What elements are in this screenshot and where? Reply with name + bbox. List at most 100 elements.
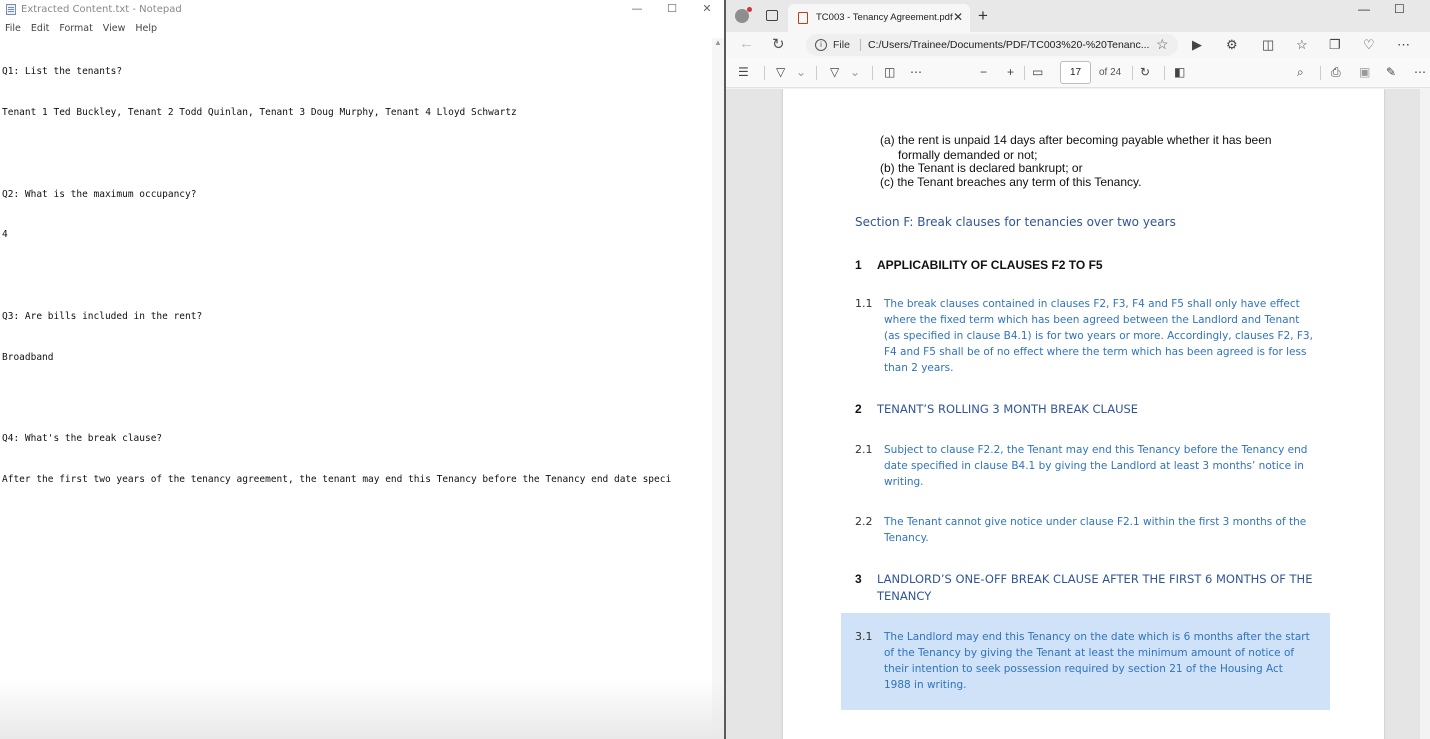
clause-number: 2.2 [855, 515, 873, 528]
address-separator [860, 39, 861, 51]
clause-text-line: writing. [884, 476, 924, 488]
text-line: Q4: What's the break clause? [2, 433, 163, 445]
chevron-down-icon[interactable]: ⌄ [796, 65, 806, 79]
tab-actions-icon[interactable] [766, 10, 778, 21]
toolbar-separator [872, 66, 873, 80]
text-line [2, 391, 710, 405]
notepad-text-area[interactable]: Q1: List the tenants? Tenant 1 Ted Buckl… [2, 38, 710, 738]
toolbar-separator [1132, 66, 1133, 80]
page-number-input[interactable]: 17 [1060, 61, 1091, 84]
toolbar-separator [1320, 66, 1321, 80]
text-line: Tenant 1 Ted Buckley, Tenant 2 Todd Quin… [2, 106, 517, 118]
menu-view[interactable]: View [98, 21, 131, 37]
address-bar-row: ← ↻ i File C:/Users/Trainee/Documents/PD… [726, 32, 1430, 58]
clause-heading: TENANT’S ROLLING 3 MONTH BREAK CLAUSE [877, 402, 1139, 416]
text-line: Q2: What is the maximum occupancy? [2, 188, 197, 200]
more-tools-icon[interactable]: ⋯ [910, 65, 922, 79]
clause-number: 1 [855, 258, 862, 272]
clause-text-line: where the fixed term which has been agre… [884, 314, 1300, 326]
collections-icon[interactable]: ❐ [1329, 37, 1341, 53]
clause-heading: TENANCY [877, 589, 932, 603]
clause-heading: APPLICABILITY OF CLAUSES F2 TO F5 [877, 258, 1103, 272]
new-tab-button[interactable]: + [978, 6, 988, 26]
back-icon[interactable]: ← [739, 35, 754, 52]
clause-number: 2 [855, 402, 862, 416]
pdf-toolbar: ☰ ▽ ⌄ ▽ ⌄ ◫ ⋯ − + ▭ 17 of 24 ↻ ◧ ⌕ ⎙ ▣ ✎… [726, 58, 1430, 88]
notepad-title-bar: Extracted Content.txt - Notepad — ☐ ✕ [0, 0, 724, 20]
save-as-icon[interactable]: ✎ [1386, 65, 1396, 79]
text-line [2, 269, 710, 283]
taskbar-fade [0, 680, 724, 739]
save-icon[interactable]: ▣ [1359, 65, 1370, 79]
pdf-viewer[interactable]: (a) the rent is unpaid 14 days after bec… [726, 89, 1430, 739]
split-screen-icon[interactable]: ◫ [1262, 37, 1274, 53]
menu-help[interactable]: Help [130, 21, 162, 37]
address-bar[interactable]: i File C:/Users/Trainee/Documents/PDF/TC… [806, 34, 1178, 56]
browser-essentials-icon[interactable]: ♡ [1363, 37, 1375, 53]
clause-heading: LANDLORD’S ONE-OFF BREAK CLAUSE AFTER TH… [877, 572, 1313, 586]
toolbar-separator [764, 66, 765, 80]
menu-file[interactable]: File [0, 21, 26, 37]
page-view-icon[interactable]: ◧ [1174, 65, 1185, 79]
toolbar-separator [816, 66, 817, 80]
scroll-up-icon[interactable]: ▲ [714, 38, 722, 47]
tab-pdf[interactable]: TC003 - Tenancy Agreement.pdf ✕ [788, 4, 970, 32]
notepad-window: Extracted Content.txt - Notepad — ☐ ✕ Fi… [0, 0, 724, 739]
maximize-button[interactable]: ☐ [655, 0, 689, 20]
clause-number: 3 [855, 572, 862, 586]
notification-dot [747, 7, 752, 12]
menu-edit[interactable]: Edit [26, 21, 54, 37]
tab-strip: TC003 - Tenancy Agreement.pdf ✕ + — ☐ [726, 0, 1430, 32]
notepad-scrollbar[interactable]: ▲ [712, 38, 724, 738]
address-url[interactable]: C:/Users/Trainee/Documents/PDF/TC003%20-… [868, 39, 1150, 51]
clause-text-line: 1988 in writing. [884, 679, 967, 691]
info-icon[interactable]: i [815, 39, 827, 51]
close-button[interactable]: ✕ [690, 0, 724, 20]
toolbar-separator [1024, 66, 1025, 80]
draw-icon[interactable]: ▽ [830, 65, 839, 79]
clause-text-line: The Landlord may end this Tenancy on the… [884, 631, 1310, 643]
edge-window: TC003 - Tenancy Agreement.pdf ✕ + — ☐ ← … [726, 0, 1430, 739]
search-icon[interactable]: ⌕ [1297, 65, 1304, 80]
favorite-star-icon[interactable]: ☆ [1156, 36, 1169, 53]
section-heading: Section F: Break clauses for tenancies o… [855, 215, 1176, 229]
clause-text-line: (as specified in clause B4.1) is for two… [884, 330, 1313, 342]
tab-close-icon[interactable]: ✕ [953, 10, 963, 24]
edge-maximize-button[interactable]: ☐ [1394, 2, 1405, 16]
edge-minimize-button[interactable]: — [1358, 2, 1370, 16]
text-line: Broadband [2, 351, 54, 363]
overflow-menu-icon[interactable]: ⋯ [1414, 65, 1426, 79]
clause-text-line: Subject to clause F2.2, the Tenant may e… [884, 444, 1308, 456]
read-aloud-book-icon[interactable]: ◫ [884, 65, 895, 79]
extensions-icon[interactable]: ⚙ [1226, 37, 1238, 53]
print-icon[interactable]: ⎙ [1331, 65, 1341, 80]
read-aloud-icon[interactable]: ▶ [1192, 37, 1202, 53]
text-line: After the first two years of the tenancy… [2, 474, 672, 485]
settings-more-icon[interactable]: ⋯ [1397, 37, 1410, 53]
clause-text-line: date specified in clause B4.1 by giving … [884, 460, 1304, 472]
rotate-icon[interactable]: ↻ [1140, 65, 1150, 79]
toolbar-separator [1164, 66, 1165, 80]
clause-text-line: their intention to seek possession requi… [884, 663, 1283, 675]
tab-title: TC003 - Tenancy Agreement.pdf [816, 12, 953, 23]
pdf-icon [798, 12, 808, 24]
chevron-down-icon[interactable]: ⌄ [850, 65, 860, 79]
clause-number: 2.1 [855, 443, 873, 456]
clause-number: 1.1 [855, 297, 873, 310]
minimize-button[interactable]: — [620, 0, 654, 20]
text-line: Q3: Are bills included in the rent? [2, 310, 203, 322]
zoom-in-button[interactable]: + [1007, 65, 1014, 79]
clause-text-line: F4 and F5 shall be of no effect where th… [884, 346, 1307, 358]
pdf-scrollbar[interactable] [1420, 89, 1430, 739]
fit-to-width-icon[interactable]: ▭ [1032, 65, 1043, 79]
notepad-icon [6, 4, 16, 15]
refresh-icon[interactable]: ↻ [772, 35, 785, 53]
zoom-out-button[interactable]: − [980, 65, 987, 79]
menu-format[interactable]: Format [54, 21, 97, 37]
text-line: 4 [2, 229, 8, 241]
clause-text-line: The Tenant cannot give notice under clau… [884, 516, 1307, 528]
highlight-icon[interactable]: ▽ [776, 65, 785, 79]
contents-icon[interactable]: ☰ [738, 65, 749, 79]
page-total: of 24 [1099, 67, 1122, 78]
favorites-icon[interactable]: ☆ [1296, 37, 1308, 53]
